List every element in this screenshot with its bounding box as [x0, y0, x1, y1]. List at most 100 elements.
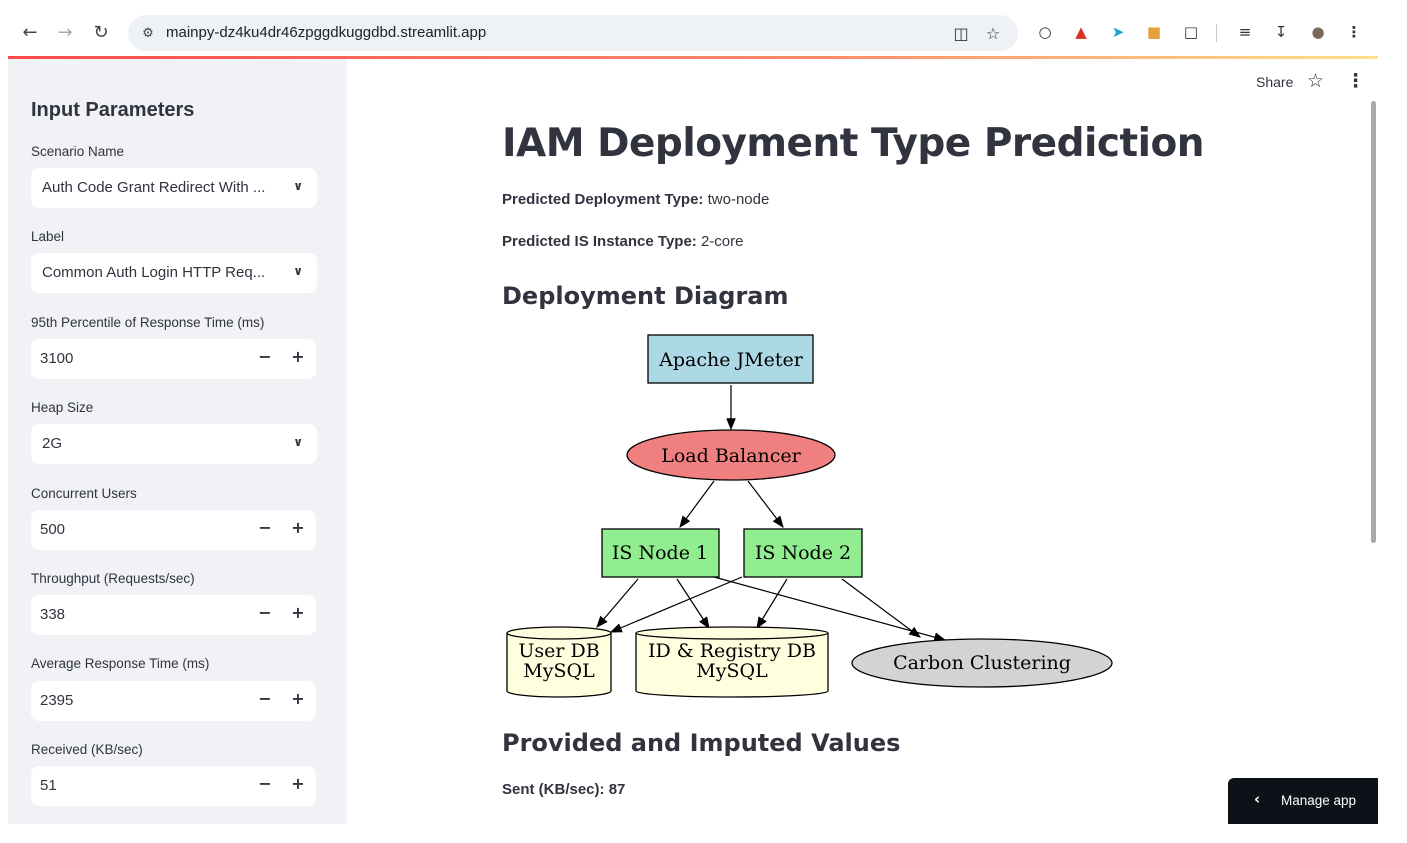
received-input[interactable]: 51 − +: [31, 766, 316, 806]
avg-response-time-label: Average Response Time (ms): [31, 656, 210, 671]
decrement-button[interactable]: −: [255, 603, 275, 625]
page-title: IAM Deployment Type Prediction: [502, 121, 1205, 166]
node-jmeter: Apache JMeter: [647, 334, 814, 384]
sidebar: Input Parameters Scenario Name Auth Code…: [8, 59, 347, 824]
browser-toolbar: ← → ↻ ⚙ mainpy-dz4ku4dr46zpggdkuggdbd.st…: [0, 0, 1407, 58]
edge-node1-userdb: [596, 578, 639, 628]
heap-size-value: 2G: [42, 435, 63, 452]
increment-button[interactable]: +: [288, 774, 308, 796]
extension-icon[interactable]: ▲: [1070, 21, 1092, 43]
concurrent-users-value[interactable]: 500: [40, 521, 65, 538]
scenario-name-value: Auth Code Grant Redirect With ...: [42, 179, 266, 196]
decrement-button[interactable]: −: [255, 347, 275, 369]
instance-type-value: 2-core: [700, 233, 744, 250]
address-bar[interactable]: ⚙ mainpy-dz4ku4dr46zpggdkuggdbd.streamli…: [128, 15, 1018, 51]
extension-icon[interactable]: ■: [1143, 21, 1165, 43]
chevron-down-icon: ∨: [293, 179, 303, 193]
star-icon[interactable]: ☆: [1307, 70, 1324, 92]
values-heading: Provided and Imputed Values: [502, 729, 901, 757]
toolbar-divider: [1216, 24, 1217, 42]
url-text[interactable]: mainpy-dz4ku4dr46zpggdkuggdbd.streamlit.…: [166, 24, 486, 41]
profile-avatar-icon[interactable]: ●: [1307, 21, 1329, 43]
node-is-node-2-label: IS Node 2: [755, 542, 851, 564]
decrement-button[interactable]: −: [255, 689, 275, 711]
bookmark-star-icon[interactable]: ☆: [982, 22, 1004, 44]
increment-button[interactable]: +: [288, 603, 308, 625]
node-user-db-label-2: MySQL: [523, 660, 595, 682]
deployment-diagram: Apache JMeter Load Balancer IS Node 1 IS…: [506, 334, 1113, 698]
diagram-edges: [596, 385, 947, 642]
edge-node2-userdb: [609, 576, 743, 633]
deployment-type-value: two-node: [707, 191, 770, 208]
edge-lb-node2: [747, 480, 784, 528]
reload-icon[interactable]: ↻: [89, 20, 113, 44]
chevron-down-icon: ∨: [293, 435, 303, 449]
extension-icon[interactable]: ➤: [1107, 21, 1129, 43]
sent-label: Sent (KB/sec):: [502, 781, 605, 798]
reading-list-icon[interactable]: ≡: [1234, 21, 1256, 43]
scenario-name-select[interactable]: Auth Code Grant Redirect With ... ∨: [31, 168, 317, 208]
p95-response-time-label: 95th Percentile of Response Time (ms): [31, 315, 265, 330]
decrement-button[interactable]: −: [255, 774, 275, 796]
predicted-instance-type: Predicted IS Instance Type: 2-core: [502, 233, 743, 250]
main-content: Share ☆ ⋮ IAM Deployment Type Prediction…: [347, 59, 1378, 824]
label-value: Common Auth Login HTTP Req...: [42, 264, 266, 281]
throughput-value[interactable]: 338: [40, 606, 65, 623]
manage-app-button[interactable]: ‹ Manage app: [1228, 778, 1378, 824]
node-user-db-label-1: User DB: [518, 640, 599, 662]
predicted-deployment-type: Predicted Deployment Type: two-node: [502, 191, 769, 208]
p95-response-time-input[interactable]: 3100 − +: [31, 339, 316, 379]
sidebar-title: Input Parameters: [31, 99, 195, 121]
label-select[interactable]: Common Auth Login HTTP Req... ∨: [31, 253, 317, 293]
node-load-balancer-label: Load Balancer: [661, 445, 801, 467]
browser-menu-icon[interactable]: ⋮: [1343, 21, 1365, 43]
back-icon[interactable]: ←: [18, 20, 42, 44]
heap-size-label: Heap Size: [31, 400, 94, 415]
node-carbon-clustering: Carbon Clustering: [851, 638, 1113, 688]
node-is-node-1: IS Node 1: [601, 528, 720, 578]
concurrent-users-label: Concurrent Users: [31, 486, 137, 501]
received-value[interactable]: 51: [40, 777, 57, 794]
increment-button[interactable]: +: [288, 347, 308, 369]
install-app-icon[interactable]: ◫: [950, 22, 972, 44]
sent-value: 87: [608, 781, 626, 798]
diagram-heading: Deployment Diagram: [502, 282, 789, 310]
node-is-node-2: IS Node 2: [743, 528, 863, 578]
extension-icon[interactable]: ○: [1034, 21, 1056, 43]
label-label: Label: [31, 229, 65, 244]
more-menu-icon[interactable]: ⋮: [1346, 70, 1365, 92]
extensions-puzzle-icon[interactable]: □: [1180, 21, 1202, 43]
edge-node2-clustering: [841, 578, 921, 638]
node-load-balancer: Load Balancer: [626, 429, 836, 481]
node-carbon-clustering-label: Carbon Clustering: [893, 652, 1071, 674]
increment-button[interactable]: +: [288, 518, 308, 540]
p95-response-time-value[interactable]: 3100: [40, 350, 73, 367]
chevron-down-icon: ∨: [293, 264, 303, 278]
download-icon[interactable]: ↧: [1270, 21, 1292, 43]
throughput-label: Throughput (Requests/sec): [31, 571, 195, 586]
scrollbar[interactable]: [1371, 101, 1376, 543]
node-registry-db-label-1: ID & Registry DB: [648, 640, 816, 662]
scenario-name-label: Scenario Name: [31, 144, 125, 159]
node-registry-db: ID & Registry DB MySQL: [635, 626, 829, 698]
sent-kbsec: Sent (KB/sec): 87: [502, 781, 625, 798]
node-is-node-1-label: IS Node 1: [612, 542, 708, 564]
forward-icon[interactable]: →: [53, 20, 77, 44]
heap-size-select[interactable]: 2G ∨: [31, 424, 317, 464]
node-user-db: User DB MySQL: [506, 626, 612, 698]
edge-node2-registrydb: [756, 578, 788, 630]
share-button[interactable]: Share: [1256, 74, 1293, 90]
avg-response-time-input[interactable]: 2395 − +: [31, 681, 316, 721]
decrement-button[interactable]: −: [255, 518, 275, 540]
chevron-left-icon: ‹: [1254, 790, 1261, 808]
edge-lb-node1: [679, 480, 715, 528]
instance-type-label: Predicted IS Instance Type:: [502, 233, 697, 250]
site-settings-icon[interactable]: ⚙: [138, 23, 158, 43]
manage-app-label: Manage app: [1281, 793, 1357, 808]
concurrent-users-input[interactable]: 500 − +: [31, 510, 316, 550]
increment-button[interactable]: +: [288, 689, 308, 711]
avg-response-time-value[interactable]: 2395: [40, 692, 73, 709]
throughput-input[interactable]: 338 − +: [31, 595, 316, 635]
received-label: Received (KB/sec): [31, 742, 143, 757]
node-jmeter-label: Apache JMeter: [658, 349, 804, 371]
